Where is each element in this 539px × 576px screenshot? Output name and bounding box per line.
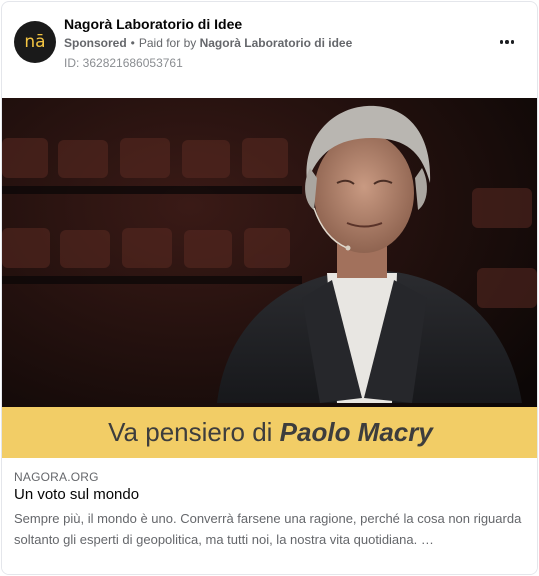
more-dot-icon	[505, 40, 509, 44]
link-description: Sempre più, il mondo è uno. Converrà far…	[14, 511, 522, 547]
banner-author-name: Paolo Macry	[279, 417, 433, 447]
banner-text: Va pensiero di Paolo Macry	[108, 417, 433, 448]
title-banner: Va pensiero di Paolo Macry	[2, 407, 537, 458]
speaker-photo	[2, 98, 537, 458]
ad-image[interactable]: Va pensiero di Paolo Macry	[2, 98, 537, 458]
ad-header: nā Nagorà Laboratorio di Idee Sponsored •…	[2, 2, 537, 98]
paid-for-prefix: Paid for by	[138, 36, 197, 50]
more-dot-icon	[499, 40, 504, 44]
sponsored-line: Sponsored • Paid for by Nagorà Laboratorio…	[64, 36, 352, 50]
paid-for-name: Nagorà Laboratorio di idee	[199, 36, 353, 50]
more-dot-icon	[510, 40, 515, 44]
banner-prefix: Va pensiero di	[108, 417, 273, 447]
ad-card: nā Nagorà Laboratorio di Idee Sponsored •…	[1, 1, 538, 575]
separator-dot: •	[130, 36, 135, 50]
sponsored-label: Sponsored	[64, 36, 127, 50]
more-options-button[interactable]	[495, 32, 519, 52]
advertiser-avatar[interactable]: nā	[14, 21, 56, 63]
advertiser-name[interactable]: Nagorà Laboratorio di Idee	[64, 16, 242, 32]
avatar-logo-text: nā	[24, 31, 46, 52]
ad-id: ID: 362821686053761	[64, 56, 183, 70]
link-domain: NAGORA.ORG	[14, 470, 99, 484]
link-preview[interactable]: NAGORA.ORG Un voto sul mondo Sempre più,…	[2, 458, 537, 574]
link-headline[interactable]: Un voto sul mondo	[14, 486, 139, 503]
